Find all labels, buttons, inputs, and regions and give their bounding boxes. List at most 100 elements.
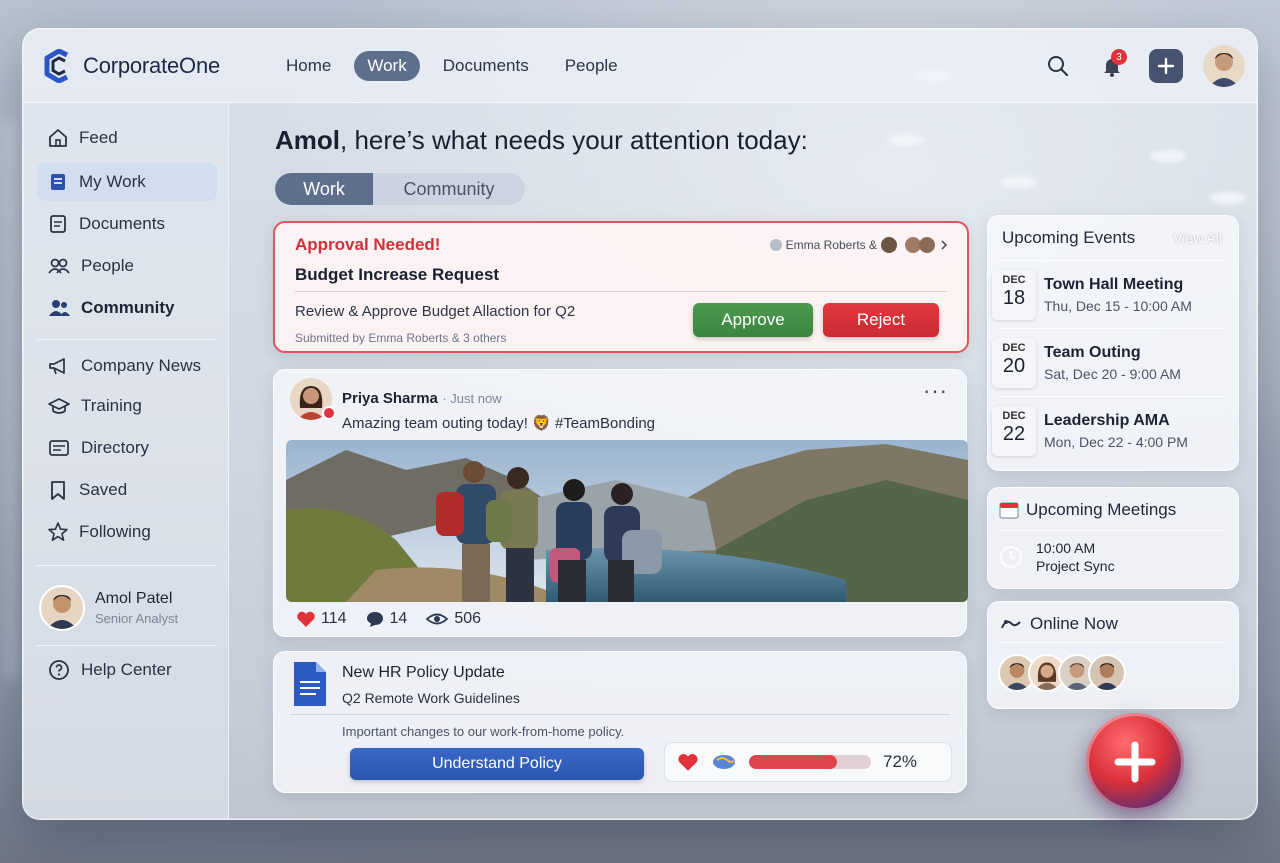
event-title: Team Outing xyxy=(1044,344,1141,361)
meetings-title: Upcoming Meetings xyxy=(1026,500,1177,519)
event-item[interactable]: DEC 20 Team Outing Sat, Dec 20 - 9:00 AM xyxy=(988,330,1240,392)
topnav-documents[interactable]: Documents xyxy=(430,51,542,81)
avatar[interactable] xyxy=(290,378,336,420)
approval-people[interactable]: Emma Roberts & xyxy=(769,237,949,253)
file-icon xyxy=(50,215,66,233)
sidebar-item-label: Feed xyxy=(79,128,118,147)
sidebar-item-company-news[interactable]: Company News xyxy=(37,347,217,385)
bookmark-icon xyxy=(51,481,65,500)
heart-icon[interactable] xyxy=(677,752,699,772)
policy-card: New HR Policy Update Q2 Remote Work Guid… xyxy=(273,651,967,793)
notifications-button[interactable]: 3 xyxy=(1095,49,1129,83)
event-item[interactable]: DEC 22 Leadership AMA Mon, Dec 22 - 4:00… xyxy=(988,398,1240,460)
sidebar-item-following[interactable]: Following xyxy=(37,513,217,551)
tab-community[interactable]: Community xyxy=(373,173,525,205)
calendar-icon xyxy=(999,502,1019,519)
post-author[interactable]: Priya Sharma xyxy=(342,390,438,407)
event-item[interactable]: DEC 18 Town Hall Meeting Thu, Dec 15 - 1… xyxy=(988,262,1240,324)
graduation-cap-icon xyxy=(48,398,70,414)
event-time: Mon, Dec 22 - 4:00 PM xyxy=(1044,434,1188,450)
sidebar-divider xyxy=(37,565,217,566)
view-all-link[interactable]: View All xyxy=(1173,230,1222,246)
sidebar-item-directory[interactable]: Directory xyxy=(37,429,217,467)
understand-policy-button[interactable]: Understand Policy xyxy=(350,748,644,780)
brand[interactable]: CorporateOne xyxy=(43,49,220,83)
sidebar-divider xyxy=(37,645,217,646)
create-button[interactable] xyxy=(1149,49,1183,83)
greeting-text: , here’s what needs your attention today… xyxy=(340,125,808,155)
sidebar-divider xyxy=(37,339,217,340)
sidebar-item-saved[interactable]: Saved xyxy=(37,471,217,509)
sidebar-item-my-work[interactable]: My Work xyxy=(37,163,217,201)
approval-submitted: Submitted by Emma Roberts & 3 others xyxy=(295,331,507,345)
sidebar-item-community[interactable]: Community xyxy=(37,289,217,327)
app-window: CorporateOne Home Work Documents People … xyxy=(22,28,1258,820)
divider xyxy=(998,396,1224,397)
policy-progress-bar xyxy=(749,755,871,769)
approval-description: Review & Approve Budget Allaction for Q2 xyxy=(295,303,576,320)
comments-stat[interactable]: 14 xyxy=(365,610,408,628)
event-date: DEC 18 xyxy=(992,270,1036,320)
online-users xyxy=(998,654,1126,692)
sidebar-item-documents[interactable]: Documents xyxy=(37,205,217,243)
wave-icon xyxy=(1001,620,1021,629)
divider xyxy=(290,714,950,715)
sidebar-item-help-center[interactable]: Help Center xyxy=(37,651,217,689)
top-bar: CorporateOne Home Work Documents People … xyxy=(23,29,1257,103)
approval-title: Budget Increase Request xyxy=(295,265,500,284)
meeting-name[interactable]: Project Sync xyxy=(1036,558,1115,574)
community-icon xyxy=(49,300,70,316)
event-day: 20 xyxy=(1002,355,1026,377)
reject-button[interactable]: Reject xyxy=(823,303,939,337)
sidebar-item-feed[interactable]: Feed xyxy=(37,119,217,157)
event-title: Leadership AMA xyxy=(1044,412,1170,429)
plus-icon xyxy=(1114,741,1156,783)
more-options-icon[interactable]: ··· xyxy=(923,378,948,404)
top-nav: Home Work Documents People xyxy=(273,51,631,81)
likes-stat[interactable]: 114 xyxy=(296,610,347,628)
event-day: 18 xyxy=(1002,287,1026,309)
events-title: Upcoming Events xyxy=(1002,228,1136,247)
search-button[interactable] xyxy=(1041,49,1075,83)
sidebar-item-label: Company News xyxy=(81,356,201,375)
policy-progress-value: 72% xyxy=(883,752,918,771)
user-avatar[interactable] xyxy=(1203,45,1245,87)
tab-work[interactable]: Work xyxy=(275,173,373,205)
comment-icon xyxy=(366,612,383,627)
hikers-photo xyxy=(286,440,968,602)
plus-icon xyxy=(1157,57,1175,75)
help-icon xyxy=(49,660,69,680)
event-title: Town Hall Meeting xyxy=(1044,276,1184,293)
event-time: Sat, Dec 20 - 9:00 AM xyxy=(1044,366,1181,382)
page-title: Amol, here’s what needs your attention t… xyxy=(275,125,808,156)
avatar xyxy=(881,237,897,253)
man-avatar-icon xyxy=(47,595,77,629)
sidebar-user-role: Senior Analyst xyxy=(95,611,179,626)
divider xyxy=(998,642,1224,643)
topnav-work[interactable]: Work xyxy=(354,51,420,81)
post-card: Priya Sharma · Just now ··· Amazing team… xyxy=(273,369,968,637)
sidebar-item-training[interactable]: Training xyxy=(37,387,217,425)
divider xyxy=(295,291,947,292)
sidebar-item-people[interactable]: People xyxy=(37,247,217,285)
eye-icon xyxy=(425,613,449,625)
avatar xyxy=(39,585,85,631)
topnav-people[interactable]: People xyxy=(552,51,631,81)
sidebar-user-name: Amol Patel xyxy=(95,590,173,607)
policy-title: New HR Policy Update xyxy=(342,664,505,681)
event-month: DEC xyxy=(1002,410,1026,422)
globe-icon[interactable] xyxy=(711,752,737,772)
notification-badge: 3 xyxy=(1111,49,1127,65)
approve-button[interactable]: Approve xyxy=(693,303,813,337)
sidebar-user[interactable]: Amol Patel Senior Analyst xyxy=(39,585,178,631)
directory-icon xyxy=(49,440,69,456)
avatar xyxy=(919,237,935,253)
topnav-home[interactable]: Home xyxy=(273,51,344,81)
sidebar-item-label: Directory xyxy=(81,438,150,457)
floating-create-button[interactable] xyxy=(1086,713,1184,811)
comments-count: 14 xyxy=(389,610,408,627)
avatar[interactable] xyxy=(1088,654,1126,692)
approval-people-label: Emma Roberts & xyxy=(785,238,877,252)
chevron-right-icon xyxy=(941,240,948,250)
post-image[interactable] xyxy=(286,440,968,602)
